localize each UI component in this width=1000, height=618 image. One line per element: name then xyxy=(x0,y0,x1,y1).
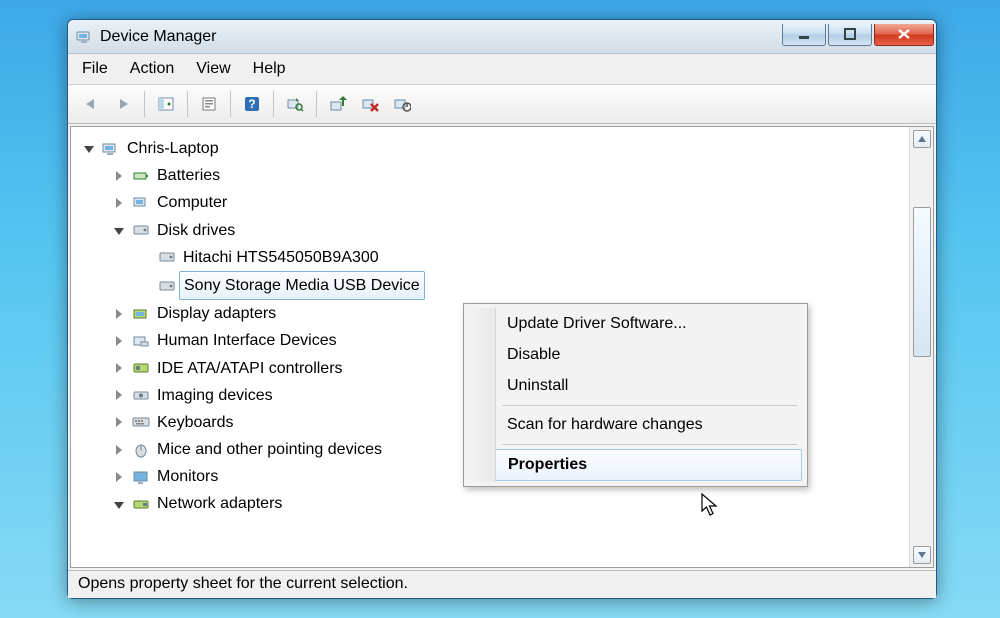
title-bar[interactable]: Device Manager xyxy=(68,20,936,54)
expander-icon[interactable] xyxy=(113,362,125,374)
node-label: Display adapters xyxy=(157,300,276,327)
menu-bar: File Action View Help xyxy=(68,54,936,84)
show-hide-tree-button[interactable] xyxy=(153,91,179,117)
ctx-properties[interactable]: Properties xyxy=(469,449,802,481)
menu-help[interactable]: Help xyxy=(253,60,286,78)
expander-icon[interactable] xyxy=(113,170,125,182)
ctx-scan-hardware[interactable]: Scan for hardware changes xyxy=(469,410,802,440)
ide-controller-icon xyxy=(131,359,151,377)
expander-icon[interactable] xyxy=(113,197,125,209)
mouse-icon xyxy=(131,441,151,459)
expander-icon[interactable] xyxy=(113,471,125,483)
node-label: IDE ATA/ATAPI controllers xyxy=(157,355,343,382)
status-bar: Opens property sheet for the current sel… xyxy=(68,570,936,598)
ctx-uninstall[interactable]: Uninstall xyxy=(469,371,802,401)
scan-hardware-button[interactable] xyxy=(282,91,308,117)
computer-icon xyxy=(131,194,151,212)
node-label: Hitachi HTS545050B9A300 xyxy=(183,244,379,271)
context-menu-separator xyxy=(502,405,797,406)
imaging-icon xyxy=(131,386,151,404)
scroll-down-button[interactable] xyxy=(913,546,931,564)
context-menu: Update Driver Software... Disable Uninst… xyxy=(463,303,808,487)
scroll-thumb[interactable] xyxy=(913,207,931,357)
forward-button[interactable] xyxy=(110,91,136,117)
keyboard-icon xyxy=(131,413,151,431)
node-label: Keyboards xyxy=(157,409,234,436)
update-driver-button[interactable] xyxy=(325,91,351,117)
uninstall-button[interactable] xyxy=(357,91,383,117)
node-label: Imaging devices xyxy=(157,382,273,409)
expander-icon[interactable] xyxy=(113,224,125,236)
selected-node-label[interactable]: Sony Storage Media USB Device xyxy=(179,271,425,300)
monitor-icon xyxy=(131,468,151,486)
node-label: Human Interface Devices xyxy=(157,327,337,354)
menu-action[interactable]: Action xyxy=(130,60,174,78)
expander-icon[interactable] xyxy=(113,498,125,510)
node-label: Monitors xyxy=(157,463,218,490)
maximize-button[interactable] xyxy=(828,24,872,46)
vertical-scrollbar[interactable] xyxy=(909,127,933,567)
window-title: Device Manager xyxy=(100,28,782,46)
expander-icon[interactable] xyxy=(83,143,95,155)
node-label: Computer xyxy=(157,189,227,216)
node-label: Batteries xyxy=(157,162,220,189)
app-icon xyxy=(76,28,94,46)
menu-view[interactable]: View xyxy=(196,60,230,78)
context-menu-gutter xyxy=(468,308,496,482)
expander-icon[interactable] xyxy=(113,444,125,456)
expander-icon[interactable] xyxy=(113,389,125,401)
node-label: Disk drives xyxy=(157,217,235,244)
expander-icon[interactable] xyxy=(113,416,125,428)
display-adapter-icon xyxy=(131,305,151,323)
node-label: Mice and other pointing devices xyxy=(157,436,382,463)
disable-button[interactable] xyxy=(389,91,415,117)
svg-text:?: ? xyxy=(248,97,255,111)
status-text: Opens property sheet for the current sel… xyxy=(78,575,408,592)
disk-icon xyxy=(157,248,177,266)
toolbar: ? xyxy=(68,84,936,124)
close-button[interactable] xyxy=(874,24,934,46)
context-menu-separator xyxy=(502,444,797,445)
scroll-up-button[interactable] xyxy=(913,130,931,148)
expander-icon[interactable] xyxy=(113,335,125,347)
computer-icon xyxy=(101,140,121,158)
minimize-button[interactable] xyxy=(782,24,826,46)
expander-icon[interactable] xyxy=(113,308,125,320)
battery-icon xyxy=(131,167,151,185)
help-button[interactable]: ? xyxy=(239,91,265,117)
hid-icon xyxy=(131,332,151,350)
node-label: Network adapters xyxy=(157,490,282,517)
disk-icon xyxy=(157,277,177,295)
properties-button[interactable] xyxy=(196,91,222,117)
network-adapter-icon xyxy=(131,495,151,513)
disk-icon xyxy=(131,221,151,239)
ctx-disable[interactable]: Disable xyxy=(469,340,802,370)
node-label: Chris-Laptop xyxy=(127,135,219,162)
menu-file[interactable]: File xyxy=(82,60,108,78)
ctx-update-driver[interactable]: Update Driver Software... xyxy=(469,309,802,339)
back-button[interactable] xyxy=(78,91,104,117)
